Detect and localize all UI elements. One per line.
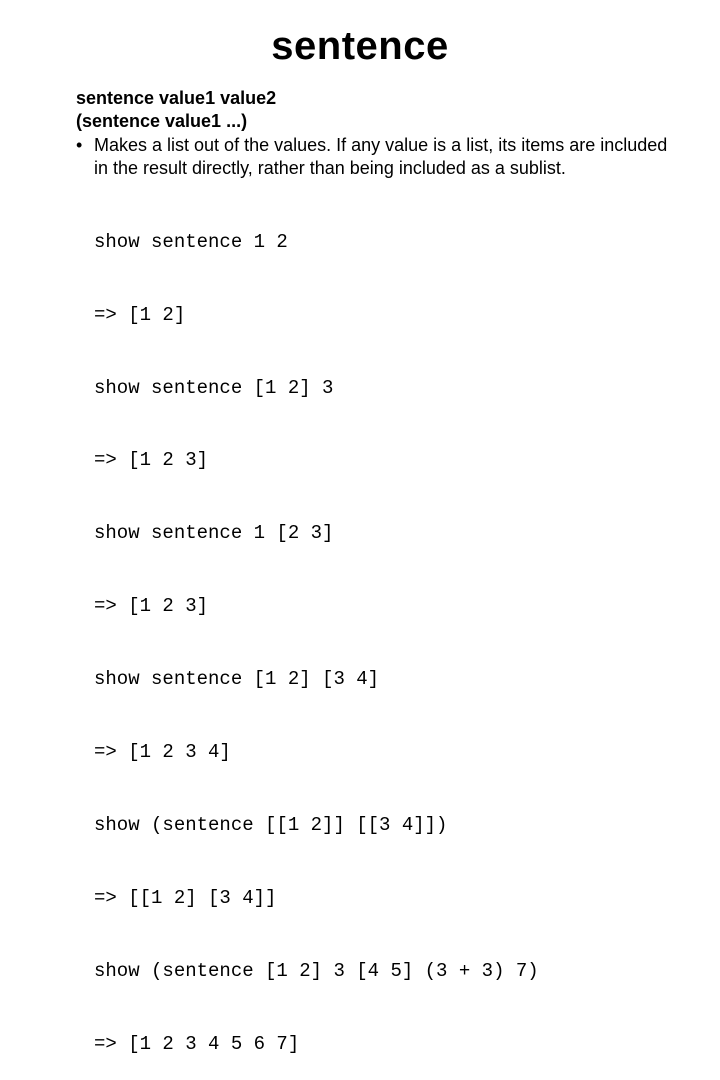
- bullet-item: • Makes a list out of the values. If any…: [76, 134, 672, 179]
- code-line: => [1 2 3]: [94, 448, 672, 472]
- code-line: show (sentence [[1 2]] [[3 4]]): [94, 813, 672, 837]
- syntax-line-1: sentence value1 value2: [76, 87, 672, 110]
- code-line: show sentence 1 2: [94, 230, 672, 254]
- code-line: => [1 2 3 4]: [94, 740, 672, 764]
- slide-title: sentence: [48, 24, 672, 69]
- code-line: show sentence [1 2] 3: [94, 376, 672, 400]
- code-line: => [1 2 3 4 5 6 7]: [94, 1032, 672, 1056]
- description-text: Makes a list out of the values. If any v…: [94, 134, 672, 179]
- slide: sentence sentence value1 value2 (sentenc…: [0, 0, 720, 540]
- syntax-line-2: (sentence value1 ...): [76, 110, 672, 133]
- slide-body: sentence value1 value2 (sentence value1 …: [76, 87, 672, 1080]
- code-line: show (sentence [1 2] 3 [4 5] (3 + 3) 7): [94, 959, 672, 983]
- code-line: => [1 2]: [94, 303, 672, 327]
- code-line: show sentence 1 [2 3]: [94, 521, 672, 545]
- code-block: show sentence 1 2 => [1 2] show sentence…: [94, 181, 672, 1080]
- code-line: => [1 2 3]: [94, 594, 672, 618]
- code-line: show sentence [1 2] [3 4]: [94, 667, 672, 691]
- code-line: => [[1 2] [3 4]]: [94, 886, 672, 910]
- bullet-icon: •: [76, 134, 94, 157]
